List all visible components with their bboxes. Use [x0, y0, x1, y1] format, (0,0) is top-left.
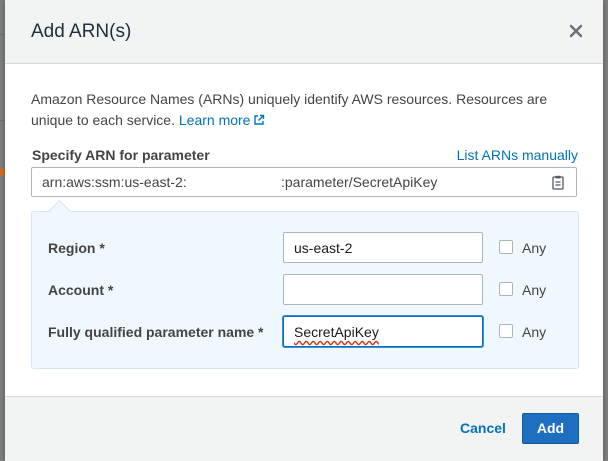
region-input[interactable]	[283, 232, 483, 263]
description-text: Amazon Resource Names (ARNs) uniquely id…	[31, 91, 548, 128]
parameter-any-checkbox[interactable]	[499, 324, 513, 338]
arn-prefix: arn:aws:ssm:us-east-2:	[42, 174, 187, 190]
parameter-any-label: Any	[522, 324, 547, 340]
clipboard-icon[interactable]	[552, 175, 564, 195]
external-link-icon	[253, 111, 265, 132]
close-icon[interactable]	[567, 22, 585, 40]
list-arns-manually-link[interactable]: List ARNs manually	[457, 147, 578, 163]
arn-field-label: Specify ARN for parameter	[32, 147, 210, 163]
account-any-label: Any	[522, 282, 547, 298]
arn-preview-field[interactable]: arn:aws:ssm:us-east-2: :parameter/Secret…	[31, 167, 577, 197]
cancel-button[interactable]: Cancel	[460, 420, 506, 436]
add-arn-modal: Add ARN(s) Amazon Resource Names (ARNs) …	[5, 0, 603, 461]
modal-footer: Cancel Add	[5, 396, 603, 461]
account-input[interactable]	[283, 274, 483, 305]
arn-suffix: :parameter/SecretApiKey	[281, 174, 438, 190]
arn-parts-panel: Region * Any Account * Any Fully qualifi…	[31, 211, 579, 369]
modal-header: Add ARN(s)	[5, 0, 603, 64]
region-label: Region *	[48, 240, 105, 256]
parameter-name-input[interactable]: SecretApiKey	[283, 316, 483, 347]
add-button[interactable]: Add	[522, 413, 579, 444]
description: Amazon Resource Names (ARNs) uniquely id…	[31, 89, 571, 132]
learn-more-link[interactable]: Learn more	[179, 112, 266, 128]
region-any-label: Any	[522, 240, 547, 256]
parameter-name-value: SecretApiKey	[294, 324, 379, 340]
account-any-checkbox[interactable]	[499, 282, 513, 296]
region-any-checkbox[interactable]	[499, 240, 513, 254]
modal-title: Add ARN(s)	[31, 21, 132, 42]
parameter-name-label: Fully qualified parameter name *	[48, 324, 264, 340]
account-label: Account *	[48, 282, 114, 298]
